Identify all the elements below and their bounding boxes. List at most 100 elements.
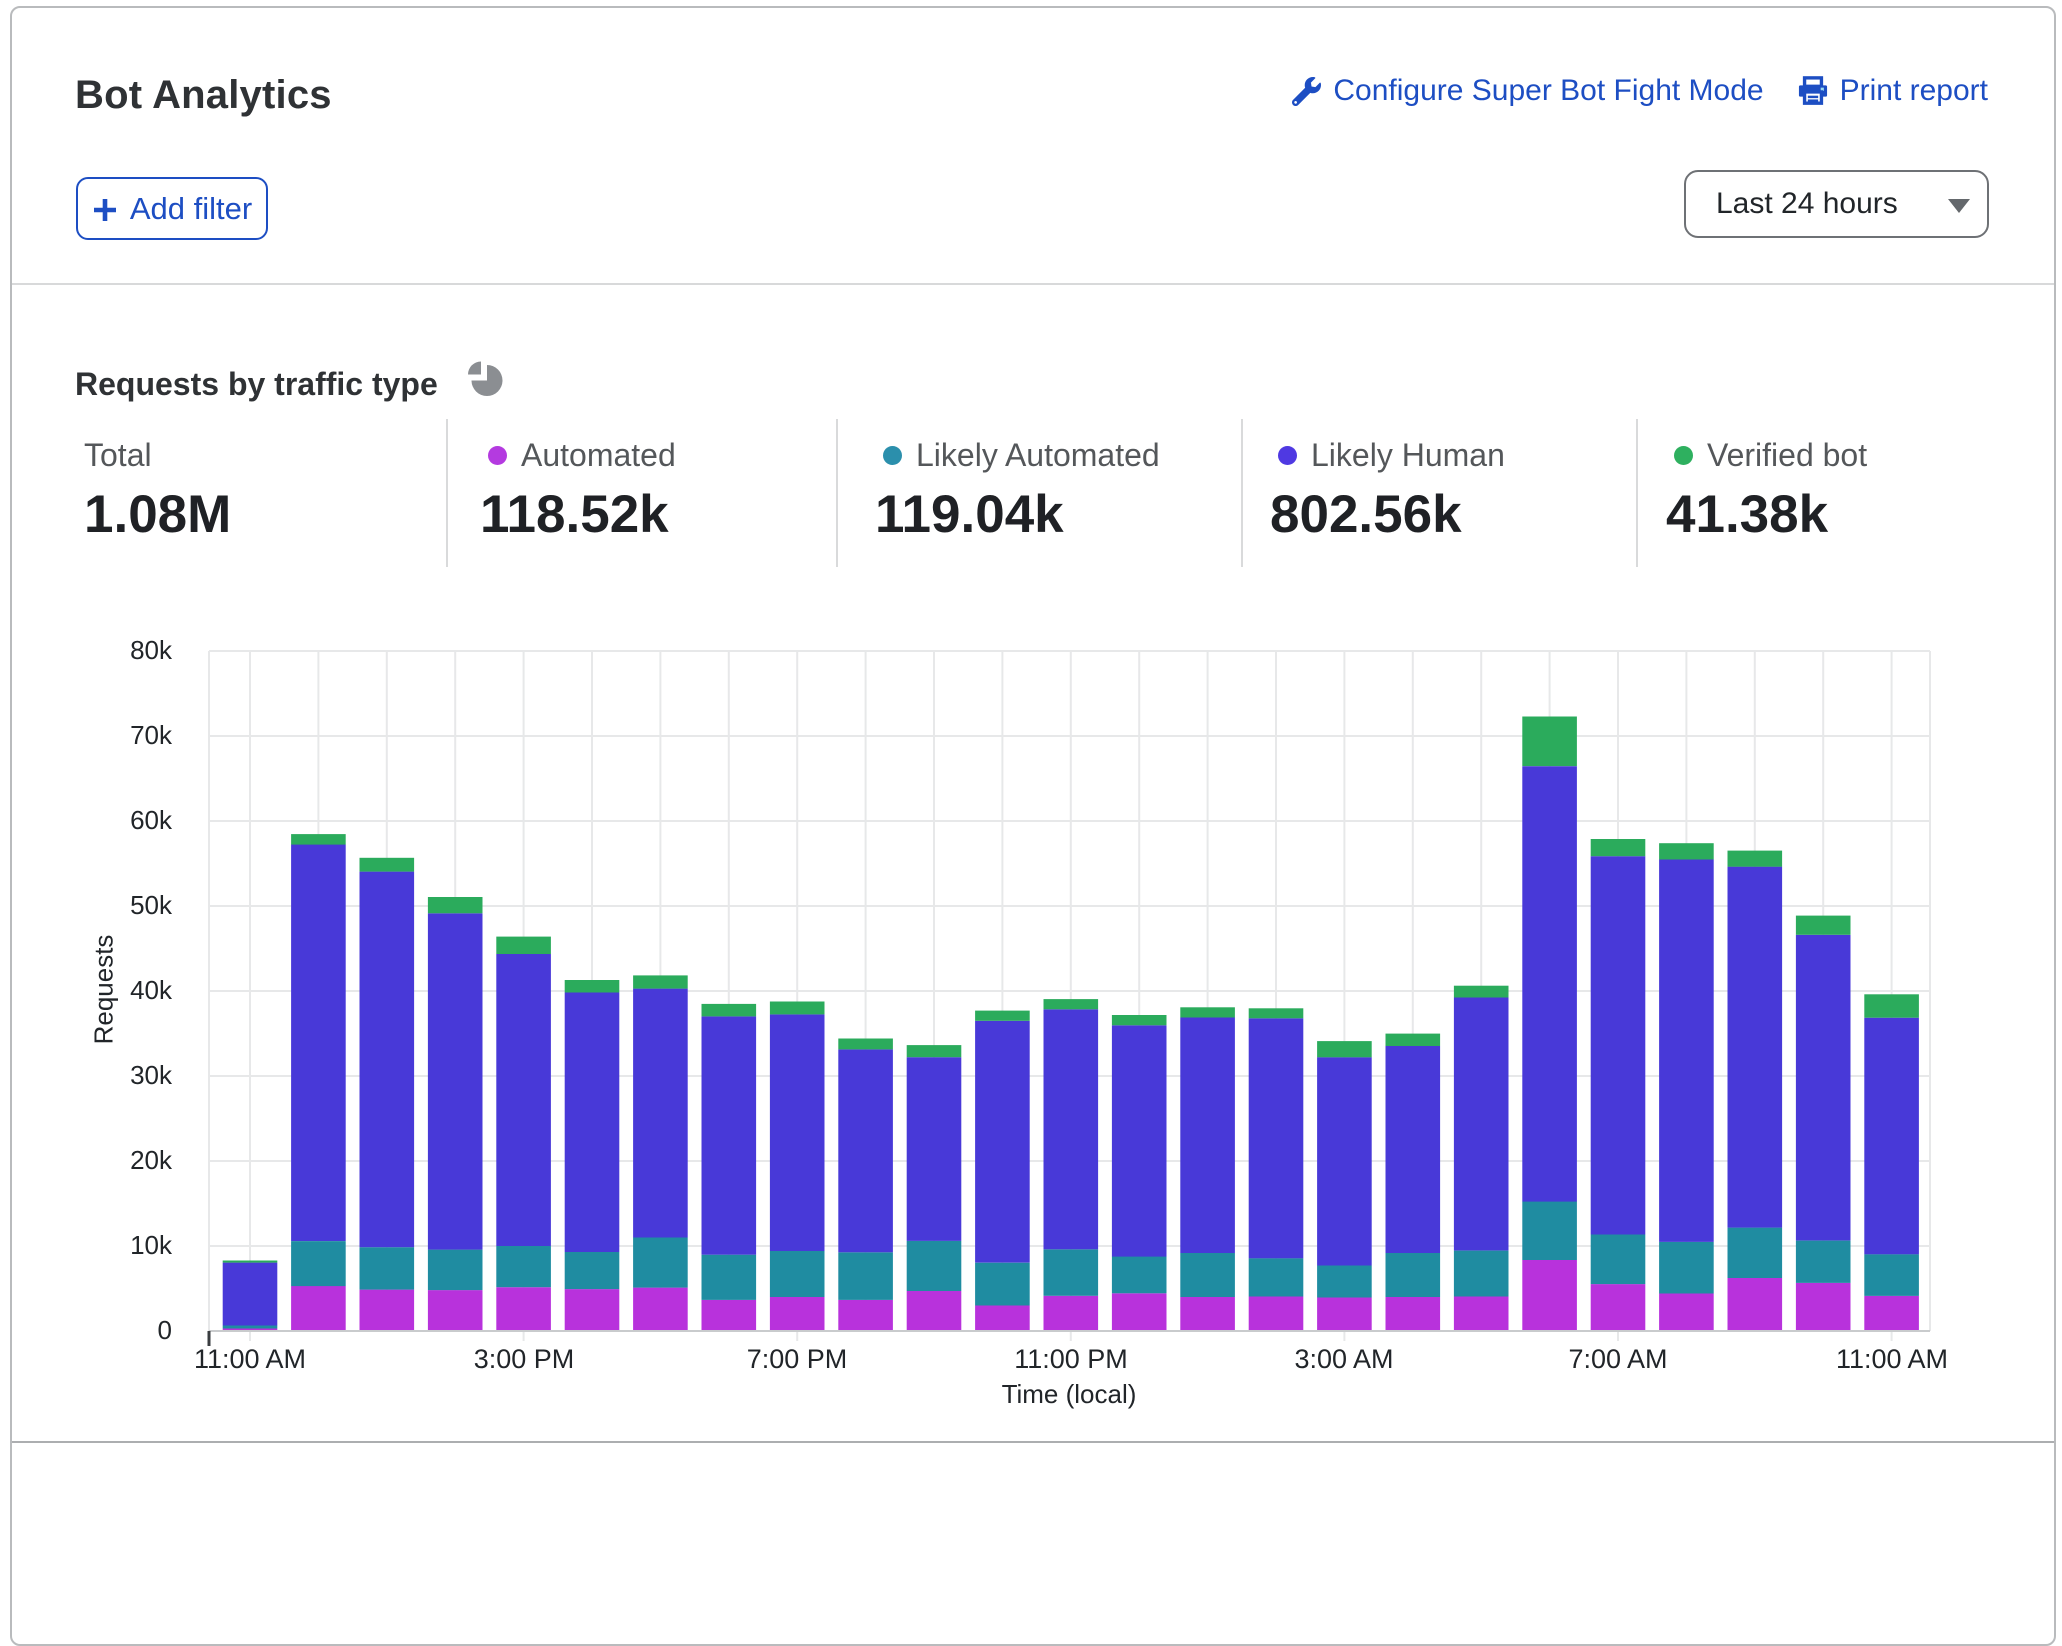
bar-segment[interactable] (770, 1297, 825, 1331)
bar-segment[interactable] (496, 937, 551, 954)
bar-segment[interactable] (1180, 1253, 1235, 1297)
bar-segment[interactable] (1591, 856, 1646, 1234)
bar-segment[interactable] (838, 1049, 893, 1252)
bar-segment[interactable] (907, 1057, 962, 1241)
bar-segment[interactable] (1659, 860, 1714, 1242)
bar-segment[interactable] (702, 1004, 757, 1017)
bar-segment[interactable] (1386, 1253, 1441, 1297)
bar-segment[interactable] (360, 1247, 415, 1289)
bar-segment[interactable] (496, 954, 551, 1246)
bar-segment[interactable] (770, 1014, 825, 1251)
bar-segment[interactable] (360, 858, 415, 872)
bar-segment[interactable] (1112, 1015, 1167, 1025)
bar-segment[interactable] (1180, 1018, 1235, 1254)
bar-segment[interactable] (223, 1261, 278, 1263)
bar-segment[interactable] (1112, 1293, 1167, 1331)
bar-segment[interactable] (838, 1039, 893, 1050)
bar-segment[interactable] (1728, 1228, 1783, 1278)
bar-segment[interactable] (1659, 1294, 1714, 1332)
bar-segment[interactable] (1864, 1254, 1919, 1296)
bar-segment[interactable] (1249, 1297, 1304, 1332)
bar-segment[interactable] (1317, 1298, 1372, 1332)
bar-segment[interactable] (291, 834, 346, 845)
bar-segment[interactable] (1386, 1034, 1441, 1046)
bar-segment[interactable] (1796, 1241, 1851, 1283)
bar-segment[interactable] (907, 1045, 962, 1057)
bar-segment[interactable] (496, 1287, 551, 1331)
bar-segment[interactable] (428, 913, 483, 1249)
bar-segment[interactable] (633, 1288, 688, 1331)
bar-segment[interactable] (291, 1286, 346, 1331)
bar-segment[interactable] (1522, 766, 1577, 1201)
bar-segment[interactable] (838, 1252, 893, 1300)
bar-segment[interactable] (1591, 1284, 1646, 1331)
bar-segment[interactable] (1864, 994, 1919, 1017)
bar-segment[interactable] (975, 1021, 1030, 1263)
bar-segment[interactable] (1728, 851, 1783, 867)
bar-segment[interactable] (1454, 986, 1509, 998)
bar-segment[interactable] (1796, 916, 1851, 935)
bar-segment[interactable] (702, 1300, 757, 1331)
bar-segment[interactable] (1728, 867, 1783, 1228)
bar-segment[interactable] (1796, 935, 1851, 1241)
bar-segment[interactable] (633, 1238, 688, 1288)
bar-segment[interactable] (975, 1011, 1030, 1021)
bar-segment[interactable] (633, 989, 688, 1238)
bar-segment[interactable] (907, 1241, 962, 1291)
bar-segment[interactable] (223, 1326, 278, 1329)
bar-segment[interactable] (428, 1250, 483, 1291)
bar-segment[interactable] (702, 1255, 757, 1300)
bar-segment[interactable] (360, 1290, 415, 1331)
bar-segment[interactable] (907, 1291, 962, 1331)
bar-segment[interactable] (1180, 1297, 1235, 1331)
bar-segment[interactable] (838, 1300, 893, 1331)
bar-segment[interactable] (1728, 1278, 1783, 1331)
bar-segment[interactable] (770, 1002, 825, 1015)
bar-segment[interactable] (1864, 1296, 1919, 1331)
bar-segment[interactable] (1044, 1009, 1099, 1249)
bar-segment[interactable] (291, 1241, 346, 1286)
bar-segment[interactable] (1522, 717, 1577, 767)
bar-segment[interactable] (1044, 999, 1099, 1009)
bar-segment[interactable] (1522, 1260, 1577, 1331)
bar-segment[interactable] (1454, 998, 1509, 1251)
bar-segment[interactable] (1249, 1258, 1304, 1296)
bar-segment[interactable] (1317, 1041, 1372, 1057)
bar-segment[interactable] (1454, 1251, 1509, 1297)
bar-segment[interactable] (1112, 1257, 1167, 1294)
bar-segment[interactable] (565, 993, 620, 1253)
bar-segment[interactable] (360, 872, 415, 1248)
bar-segment[interactable] (1044, 1249, 1099, 1296)
bar-segment[interactable] (1864, 1018, 1919, 1255)
bar-segment[interactable] (1112, 1025, 1167, 1256)
bar-segment[interactable] (975, 1306, 1030, 1332)
bar-segment[interactable] (1522, 1202, 1577, 1261)
bar-segment[interactable] (1591, 1235, 1646, 1285)
bar-segment[interactable] (223, 1263, 278, 1326)
bar-segment[interactable] (1249, 1008, 1304, 1018)
bar-segment[interactable] (565, 1289, 620, 1331)
bar-segment[interactable] (1659, 843, 1714, 859)
bar-segment[interactable] (1180, 1007, 1235, 1017)
bar-segment[interactable] (1249, 1018, 1304, 1258)
bar-segment[interactable] (565, 980, 620, 993)
bar-segment[interactable] (1386, 1046, 1441, 1253)
bar-segment[interactable] (1659, 1242, 1714, 1294)
bar-segment[interactable] (770, 1251, 825, 1297)
bottom-divider (12, 1441, 2054, 1443)
bar-segment[interactable] (1796, 1283, 1851, 1331)
bar-segment[interactable] (1591, 839, 1646, 856)
bar-segment[interactable] (702, 1016, 757, 1254)
bar-segment[interactable] (496, 1246, 551, 1287)
bar-segment[interactable] (633, 975, 688, 988)
bar-segment[interactable] (1454, 1297, 1509, 1332)
bar-segment[interactable] (565, 1252, 620, 1289)
bar-segment[interactable] (975, 1263, 1030, 1306)
bar-segment[interactable] (1317, 1057, 1372, 1265)
bar-segment[interactable] (428, 897, 483, 913)
bar-segment[interactable] (428, 1290, 483, 1331)
bar-segment[interactable] (1317, 1266, 1372, 1298)
bar-segment[interactable] (1044, 1296, 1099, 1331)
bar-segment[interactable] (291, 845, 346, 1242)
bar-segment[interactable] (1386, 1297, 1441, 1331)
